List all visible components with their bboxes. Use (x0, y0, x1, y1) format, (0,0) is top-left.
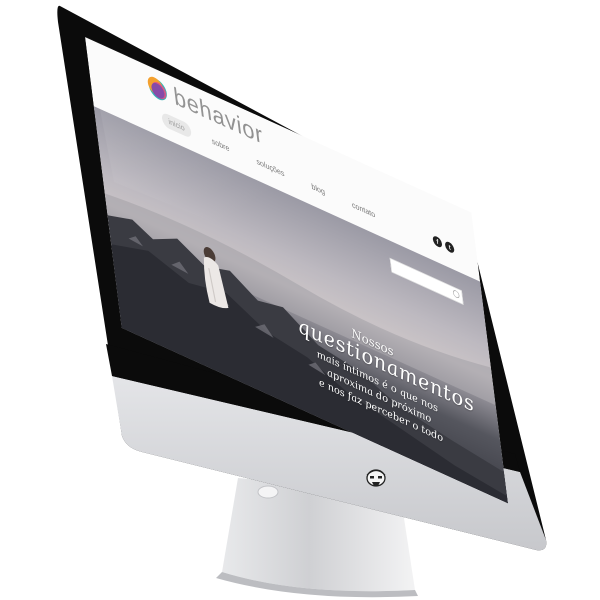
imac-illustration: behavior inicio sobre soluções blog cont… (57, 5, 547, 598)
imac-stand (216, 478, 418, 598)
nav-item-blog[interactable]: blog (304, 176, 332, 202)
search-icon[interactable] (452, 288, 460, 300)
imac-mockup: behavior inicio sobre soluções blog cont… (0, 0, 600, 600)
facebook-icon[interactable]: f (432, 234, 443, 249)
website-screen: behavior inicio sobre soluções blog cont… (85, 37, 509, 504)
twitter-icon[interactable]: t (444, 240, 455, 255)
behavior-logo-icon (145, 72, 170, 107)
hero-banner: Nossos questionamentos mais íntimos é o … (93, 106, 509, 504)
stormtrooper-icon (366, 469, 386, 487)
social-links: f t (432, 234, 455, 255)
nav-item-contato[interactable]: contato (345, 195, 383, 226)
